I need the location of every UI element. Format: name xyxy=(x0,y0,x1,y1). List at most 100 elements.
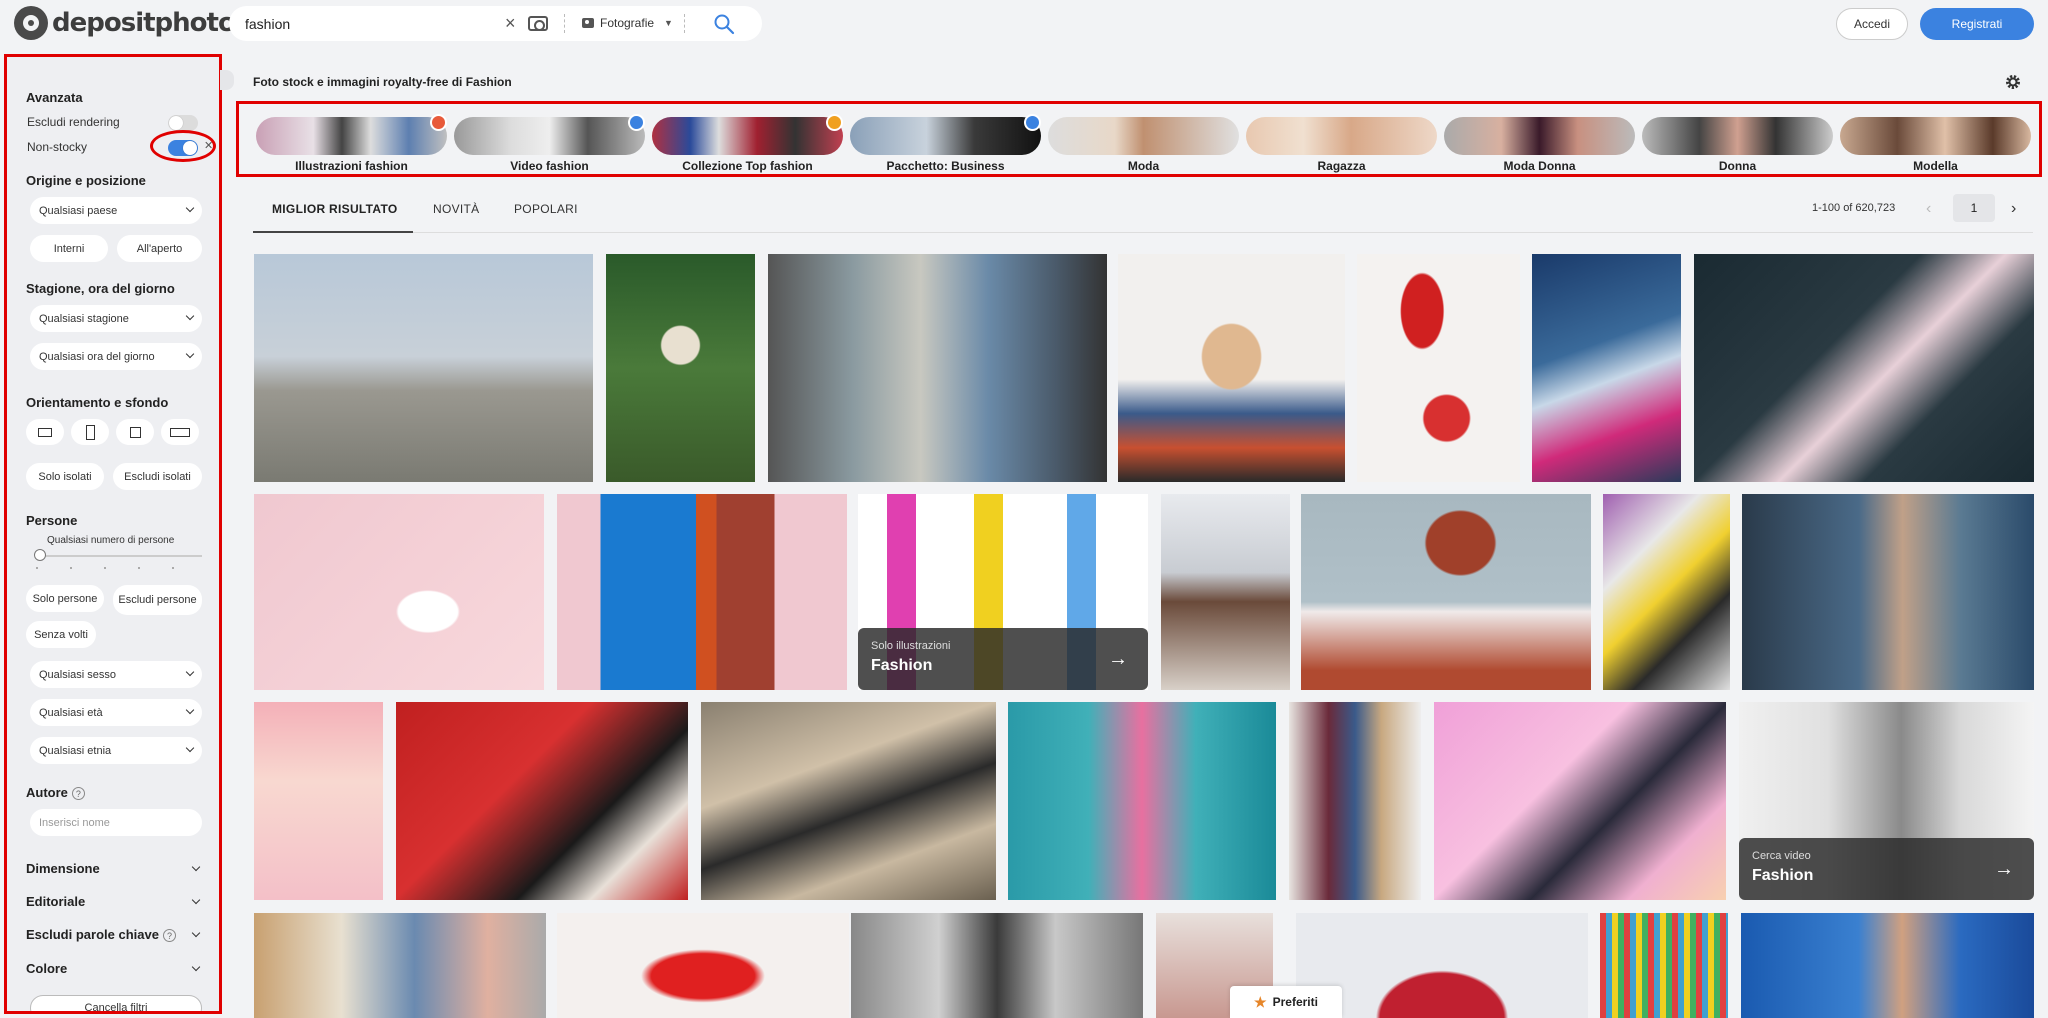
favorites-label: Preferiti xyxy=(1272,995,1318,1009)
season-title: Stagione, ora del giorno xyxy=(26,281,175,296)
image-result[interactable] xyxy=(1161,494,1290,690)
related-item[interactable]: Pacchetto: Business xyxy=(850,114,1041,179)
image-result[interactable] xyxy=(1008,702,1276,900)
image-result[interactable] xyxy=(1603,494,1730,690)
season-select[interactable]: Qualsiasi stagione xyxy=(30,305,202,332)
tab-popular[interactable]: POPOLARI xyxy=(514,202,578,216)
logo[interactable]: depositphotos ® xyxy=(14,5,257,41)
related-item[interactable]: Video fashion xyxy=(454,114,645,179)
image-result[interactable] xyxy=(254,254,593,482)
related-label: Pacchetto: Business xyxy=(886,159,1005,173)
related-item[interactable]: Collezione Top fashion xyxy=(652,114,843,179)
related-thumb xyxy=(454,117,645,155)
people-count-slider-handle[interactable] xyxy=(34,549,46,561)
indoor-button[interactable]: Interni xyxy=(30,235,108,262)
orientation-vertical-button[interactable] xyxy=(71,419,109,445)
image-result[interactable] xyxy=(1289,702,1421,900)
horizontal-icon xyxy=(38,427,52,437)
outdoor-button[interactable]: All'aperto xyxy=(117,235,202,262)
origin-title: Origine e posizione xyxy=(26,173,146,188)
ethnicity-select[interactable]: Qualsiasi etnia xyxy=(30,737,202,764)
orientation-square-button[interactable] xyxy=(116,419,154,445)
no-faces-button[interactable]: Senza volti xyxy=(26,621,96,648)
related-item[interactable]: Ragazza xyxy=(1246,117,1437,179)
image-result[interactable] xyxy=(1694,254,2034,482)
page-number-input[interactable]: 1 xyxy=(1953,194,1995,222)
exclude-keywords-filter[interactable]: Escludi parole chiave? xyxy=(26,927,202,943)
image-result[interactable] xyxy=(606,254,755,482)
orientation-panoramic-button[interactable] xyxy=(161,419,199,445)
color-filter[interactable]: Colore xyxy=(26,961,202,976)
search-icon[interactable] xyxy=(713,13,735,35)
image-result[interactable] xyxy=(254,702,383,900)
image-result[interactable] xyxy=(1118,254,1345,482)
image-result[interactable] xyxy=(557,913,849,1018)
related-item[interactable]: Moda xyxy=(1048,117,1239,179)
related-item[interactable]: Donna xyxy=(1642,117,1833,179)
login-button[interactable]: Accedi xyxy=(1836,8,1908,40)
exclude-isolated-button[interactable]: Escludi isolati xyxy=(113,463,202,490)
exclude-rendering-label: Escludi rendering xyxy=(27,115,120,129)
help-icon[interactable]: ? xyxy=(71,787,85,801)
exclude-rendering-toggle[interactable] xyxy=(168,115,198,131)
orientation-horizontal-button[interactable] xyxy=(26,419,64,445)
sidebar-collapse-handle[interactable] xyxy=(220,70,234,90)
content-type-label: Fotografie xyxy=(600,16,655,30)
next-page-icon[interactable]: › xyxy=(2011,200,2016,218)
image-result[interactable] xyxy=(1301,494,1591,690)
gear-icon[interactable] xyxy=(2004,73,2022,91)
related-item[interactable]: Modella xyxy=(1840,117,2031,179)
image-result[interactable] xyxy=(701,702,996,900)
favorites-button[interactable]: ★ Preferiti xyxy=(1230,986,1342,1018)
only-people-button[interactable]: Solo persone xyxy=(26,585,104,612)
image-result[interactable] xyxy=(557,494,847,690)
image-result[interactable]: Cerca video Fashion → xyxy=(1739,702,2034,900)
non-stocky-label: Non-stocky xyxy=(27,140,88,154)
close-icon[interactable]: ✕ xyxy=(204,139,213,152)
clear-filters-button[interactable]: Cancella filtri xyxy=(30,995,202,1011)
related-item[interactable]: Illustrazioni fashion xyxy=(256,114,447,179)
tab-best-result[interactable]: MIGLIOR RISULTATO xyxy=(272,202,398,216)
people-count-slider-track[interactable] xyxy=(38,555,202,557)
related-item[interactable]: Moda Donna xyxy=(1444,117,1635,179)
related-thumb xyxy=(652,117,843,155)
content-type-dropdown[interactable]: Fotografie ▼ xyxy=(582,16,673,30)
help-icon[interactable]: ? xyxy=(162,929,176,943)
time-of-day-select[interactable]: Qualsiasi ora del giorno xyxy=(30,343,202,370)
tab-new[interactable]: NOVITÀ xyxy=(433,202,479,216)
image-result[interactable] xyxy=(768,254,1107,482)
image-result[interactable] xyxy=(396,702,688,900)
image-result[interactable] xyxy=(1434,702,1726,900)
image-result[interactable] xyxy=(254,494,544,690)
image-result[interactable] xyxy=(1357,254,1520,482)
image-result[interactable] xyxy=(1742,494,2034,690)
exclude-people-button[interactable]: Escludi persone xyxy=(113,585,202,615)
search-bar: × Fotografie ▼ xyxy=(229,6,762,41)
image-result[interactable] xyxy=(1741,913,2034,1018)
prev-page-icon[interactable]: ‹ xyxy=(1926,200,1931,218)
related-thumb xyxy=(850,117,1041,155)
dimension-filter[interactable]: Dimensione xyxy=(26,861,202,876)
related-label: Donna xyxy=(1718,159,1757,173)
image-result[interactable] xyxy=(851,913,1143,1018)
arrow-right-icon: → xyxy=(1994,858,2014,880)
clear-search-icon[interactable]: × xyxy=(505,13,516,34)
illustrations-promo-card[interactable]: Solo illustrazioni Fashion → xyxy=(858,628,1148,690)
gender-select[interactable]: Qualsiasi sesso xyxy=(30,661,202,688)
age-select[interactable]: Qualsiasi età xyxy=(30,699,202,726)
only-isolated-button[interactable]: Solo isolati xyxy=(26,463,104,490)
related-label: Modella xyxy=(1913,159,1958,173)
country-select[interactable]: Qualsiasi paese xyxy=(30,197,202,224)
image-result[interactable] xyxy=(1600,913,1728,1018)
video-promo-card[interactable]: Cerca video Fashion → xyxy=(1739,838,2034,900)
register-button[interactable]: Registrati xyxy=(1920,8,2034,40)
image-result[interactable] xyxy=(254,913,546,1018)
author-input[interactable] xyxy=(30,809,202,836)
editorial-filter[interactable]: Editoriale xyxy=(26,894,202,909)
image-result[interactable]: Solo illustrazioni Fashion → xyxy=(858,494,1148,690)
chevron-down-icon xyxy=(191,962,201,972)
image-result[interactable] xyxy=(1532,254,1681,482)
camera-search-icon[interactable] xyxy=(528,16,548,31)
search-input[interactable] xyxy=(245,15,505,32)
related-label: Collezione Top fashion xyxy=(682,159,813,173)
